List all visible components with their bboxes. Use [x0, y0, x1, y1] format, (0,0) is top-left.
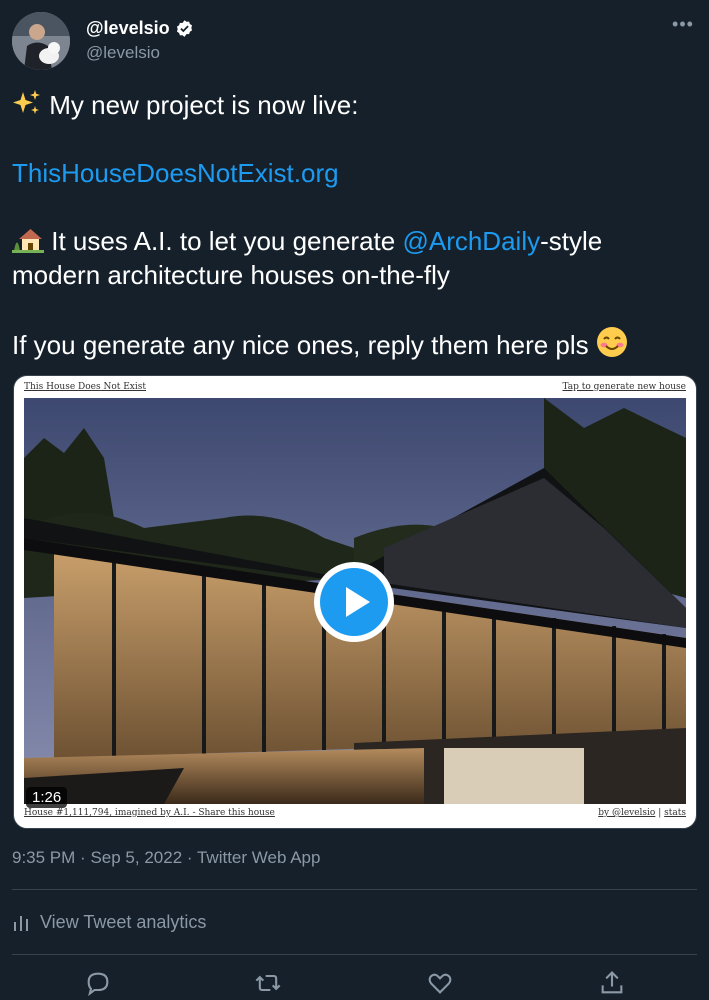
tweet-text: My new project is now live: ThisHouseDoe…: [12, 88, 692, 362]
more-icon[interactable]: •••: [671, 14, 695, 38]
sparkles-icon: [13, 90, 40, 114]
user-display-name[interactable]: @levelsio: [86, 18, 194, 39]
view-analytics-button[interactable]: View Tweet analytics: [12, 912, 206, 933]
video-duration: 1:26: [26, 787, 68, 808]
divider: [12, 954, 697, 955]
site-header: This House Does Not Exist Tap to generat…: [24, 382, 686, 396]
tweet-line-1: My new project is now live:: [49, 90, 359, 120]
tweet-source[interactable]: Twitter Web App: [197, 848, 320, 867]
analytics-label: View Tweet analytics: [40, 912, 207, 932]
tweet-meta: 9:35 PM · Sep 5, 2022 · Twitter Web App: [12, 848, 320, 868]
retweet-icon[interactable]: [254, 969, 282, 997]
analytics-icon: [14, 915, 28, 931]
mention-link[interactable]: @ArchDaily: [402, 226, 540, 256]
house-with-garden-icon: [12, 229, 44, 253]
avatar-image: [12, 12, 70, 70]
site-footer: House #1,111,794, imagined by A.I. - Sha…: [24, 808, 686, 820]
reply-icon[interactable]: [84, 969, 112, 997]
tweet-actions: [0, 965, 709, 1000]
play-icon: [320, 568, 388, 636]
divider: [12, 889, 697, 890]
stats-link: stats: [664, 808, 686, 818]
meta-separator: ·: [186, 848, 193, 867]
smiling-face-icon: [596, 327, 627, 357]
user-handle[interactable]: @levelsio: [86, 43, 160, 63]
tweet-link[interactable]: ThisHouseDoesNotExist.org: [12, 158, 339, 188]
tweet-line-4: If you generate any nice ones, reply the…: [12, 330, 589, 360]
credit-link: by @levelsio: [598, 808, 656, 818]
site-credits: by @levelsio | stats: [598, 808, 686, 818]
house-caption: House #1,111,794, imagined by A.I. - Sha…: [24, 808, 275, 818]
tweet-date[interactable]: Sep 5, 2022: [90, 848, 182, 867]
credit-separator: |: [658, 808, 662, 818]
display-name-text: @levelsio: [86, 18, 170, 38]
site-title: This House Does Not Exist: [24, 382, 146, 392]
tweet-line-3-prefix: It uses A.I. to let you generate: [51, 226, 403, 256]
play-button[interactable]: [314, 562, 394, 642]
meta-separator: ·: [80, 848, 86, 867]
video-media[interactable]: This House Does Not Exist Tap to generat…: [13, 375, 697, 829]
share-icon[interactable]: [598, 969, 626, 997]
like-icon[interactable]: [426, 969, 454, 997]
verified-badge-icon: [176, 20, 192, 37]
generate-house-link: Tap to generate new house: [562, 382, 686, 392]
tweet-time[interactable]: 9:35 PM: [12, 848, 75, 867]
avatar[interactable]: [12, 12, 70, 70]
